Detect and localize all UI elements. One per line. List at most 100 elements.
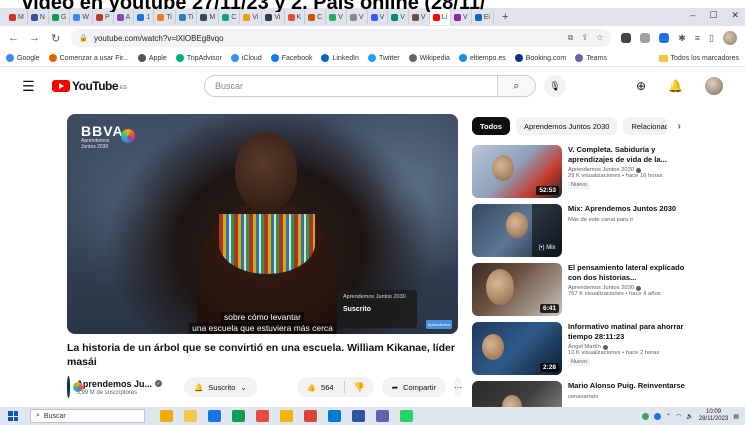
close-window-button[interactable]: ✕ [731,10,739,21]
video-thumbnail[interactable]: 6:41 [472,263,562,316]
end-card-subscribed-button[interactable]: Suscrito [343,306,411,313]
taskbar-app-icon[interactable] [280,410,293,422]
taskbar-app-icon[interactable] [352,410,365,422]
browser-tab[interactable]: Vi [240,10,263,24]
extension-icon[interactable] [621,33,632,43]
all-bookmarks[interactable]: Todos los marcadores [658,54,739,62]
search-button[interactable]: ⌕ [498,75,536,97]
recommendation-title[interactable]: Mario Alonso Puig. Reinventarse [568,381,687,391]
tray-icon[interactable] [653,412,661,420]
taskbar-app-icon[interactable] [328,410,341,422]
bookmark-item[interactable]: Booking.com [514,54,566,62]
browser-tab[interactable]: V [326,10,347,24]
browser-tab[interactable]: C [305,10,327,24]
extension-icon[interactable] [659,33,670,43]
recommendation-item[interactable]: (•) Mix Mix: Aprendemos Juntos 2030 Más de… [472,204,687,257]
restore-button[interactable]: ☐ [709,10,717,21]
browser-tab[interactable]: M [197,10,220,24]
video-thumbnail[interactable]: 2:28 [472,322,562,375]
bookmark-item[interactable]: eltiempo.es [458,54,506,62]
recommendation-title[interactable]: Informativo matinal para ahorrar tiempo … [568,322,687,341]
browser-tab[interactable]: V [451,10,472,24]
bookmark-item[interactable]: iCloud [230,54,262,62]
bookmark-item[interactable]: LinkedIn [321,54,359,62]
browser-tab[interactable]: A [114,10,135,24]
recommendation-title[interactable]: El pensamiento lateral explicado con dos… [568,263,687,282]
taskbar-app-icon[interactable] [400,410,413,422]
browser-tab[interactable]: V [368,10,389,24]
new-tab-button[interactable]: + [502,11,508,23]
browser-tab[interactable]: V [388,10,409,24]
browser-tab[interactable]: N [28,10,49,24]
recommendation-item[interactable]: 52:53 V. Completa. Sabiduría y aprendizaj… [472,145,687,198]
user-avatar[interactable] [705,77,723,95]
filter-chip[interactable]: Relacionad [623,117,668,135]
browser-tab[interactable]: K [285,10,306,24]
browser-tab[interactable]: Ti [154,10,176,24]
dislike-button[interactable]: 👎 [345,382,374,393]
clock[interactable]: 10:09 28/11/2023 [699,409,729,423]
bell-icon[interactable]: 🔔 [668,79,683,93]
site-info-icon[interactable]: 🔒 [79,34,88,42]
recommendation-channel[interactable]: cenavarratv [568,394,687,400]
channel-watermark[interactable]: Aprendemos [426,320,452,329]
share-icon[interactable]: ⇪ [581,33,588,43]
channel-name[interactable]: Aprendemos Ju... ✓ [76,379,162,389]
reload-icon[interactable]: ↻ [50,32,61,45]
browser-tab[interactable]: Ei [472,10,494,24]
browser-tab[interactable]: V [409,10,430,24]
voice-search-button[interactable]: 🎙 [544,75,566,97]
share-button[interactable]: ➦ Compartir [381,377,446,397]
address-bar[interactable]: 🔒 youtube.com/watch?v=lXlOBEg8vqo ⧉ ⇪ ☆ [71,29,612,47]
taskbar-app-icon[interactable] [184,410,197,422]
reading-list-icon[interactable]: ≡ [695,33,700,43]
like-button[interactable]: 👍 564 [297,381,345,393]
recommendation-title[interactable]: V. Completa. Sabiduría y aprendizajes de… [568,145,687,164]
puzzle-icon[interactable]: ✱ [678,33,686,44]
browser-tab[interactable]: Vi [262,10,285,24]
bookmark-item[interactable]: Google [6,54,40,62]
bookmark-item[interactable]: Wikipedia [408,54,450,62]
bookmark-item[interactable]: TripAdvisor [175,54,222,62]
taskbar-app-icon[interactable] [256,410,269,422]
subscribed-button[interactable]: 🔔 Suscrito ⌄ [183,377,257,397]
taskbar-app-icon[interactable] [232,410,245,422]
filter-chip[interactable]: Aprendemos Juntos 2030 [515,117,618,135]
bookmark-item[interactable]: Comenzar a usar Fir... [48,54,129,62]
chevron-up-icon[interactable]: ⌃ [666,413,671,420]
bookmark-item[interactable]: Facebook [270,54,312,62]
recommendation-item[interactable]: 6:41 El pensamiento lateral explicado con… [472,263,687,316]
video-thumbnail[interactable]: 52:53 [472,145,562,198]
browser-tab[interactable]: C [219,10,241,24]
end-card-subscribe[interactable]: Aprendemos Juntos 2030 Suscrito [337,290,417,328]
video-player[interactable]: BBVA Aprendemos Juntos 2030 sobre cómo l… [67,114,458,334]
profile-avatar[interactable] [723,31,737,45]
browser-tab[interactable]: M [6,10,28,24]
extension-icon[interactable] [640,33,651,43]
bookmark-item[interactable]: Apple [137,54,167,62]
speaker-icon[interactable]: 🔈 [686,413,693,420]
taskbar-app-icon[interactable] [160,410,173,422]
browser-tab[interactable]: G [49,10,71,24]
notifications-icon[interactable]: ▤ [733,413,739,420]
filter-chip[interactable]: Todos [472,117,510,135]
create-icon[interactable]: ⊕ [636,79,646,93]
video-thumbnail[interactable]: (•) Mix [472,204,562,257]
taskbar-app-icon[interactable] [304,410,317,422]
bookmark-item[interactable]: Twitter [367,54,400,62]
install-icon[interactable]: ⧉ [568,33,574,43]
wifi-icon[interactable]: ◠ [676,413,681,420]
browser-tab[interactable]: W [70,10,93,24]
back-arrow-icon[interactable]: ← [8,32,19,44]
more-actions-button[interactable]: ··· [454,377,462,397]
channel-avatar[interactable] [67,376,86,398]
taskbar-app-icon[interactable] [376,410,389,422]
search-input[interactable] [204,75,498,97]
chevron-right-icon[interactable]: › [677,121,680,132]
recommendation-title[interactable]: Mix: Aprendemos Juntos 2030 [568,204,687,214]
taskbar-app-icon[interactable] [208,410,221,422]
star-icon[interactable]: ☆ [596,33,603,43]
youtube-logo[interactable]: YouTube ES [52,79,127,93]
tray-icon[interactable] [641,412,649,420]
recommendation-item[interactable]: 2:28 Informativo matinal para ahorrar tie… [472,322,687,375]
